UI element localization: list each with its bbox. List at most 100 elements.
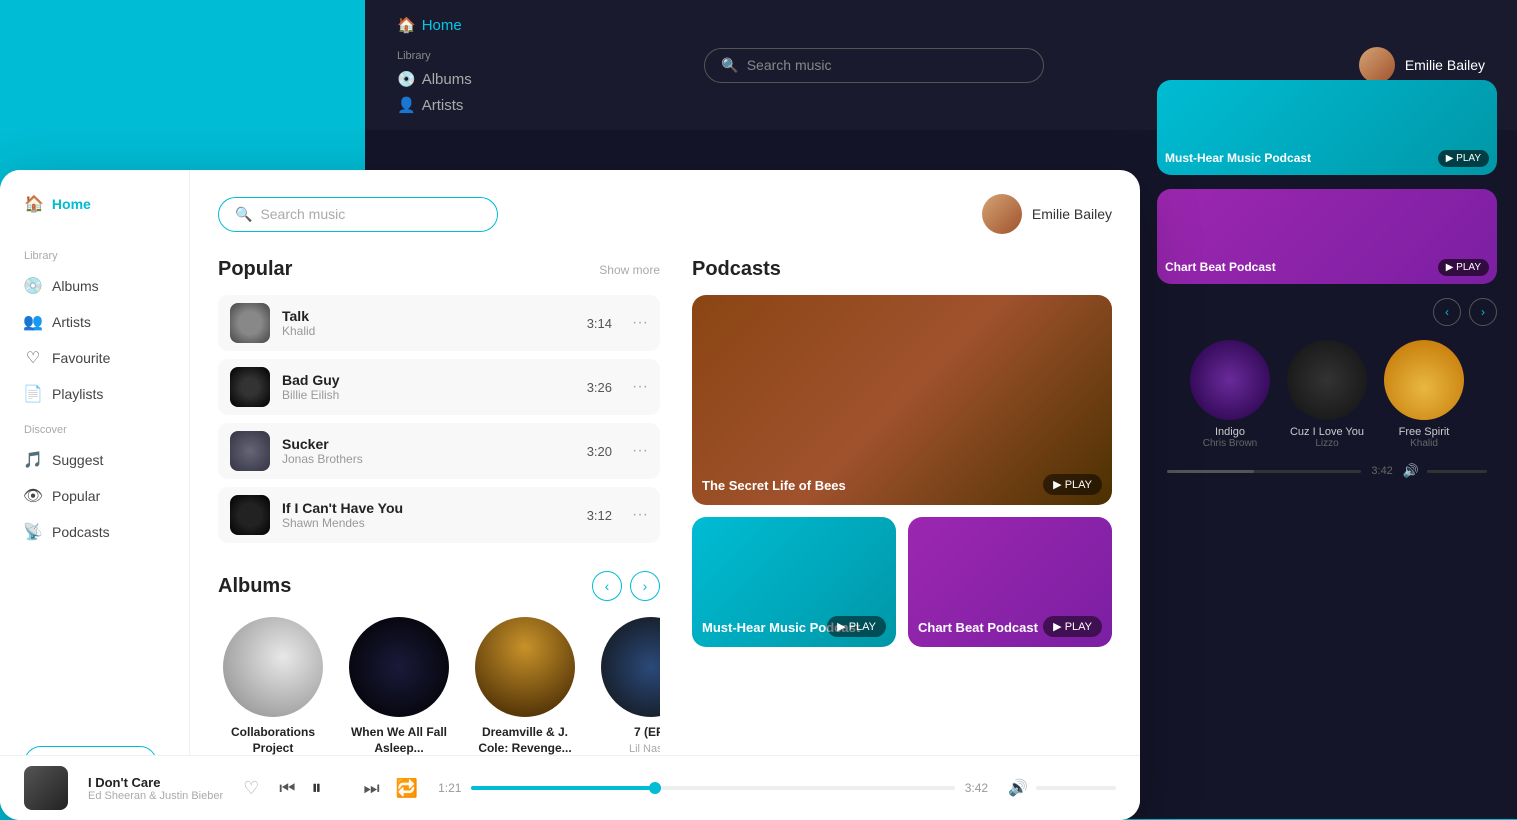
track-name-2: Sucker — [282, 436, 575, 452]
left-col: Popular Show more Talk Khalid 3:14 ··· — [218, 258, 660, 770]
sidebar-podcasts-text: Podcasts — [52, 524, 110, 540]
sidebar-favourite-text: Favourite — [52, 350, 110, 366]
sidebar-item-albums[interactable]: 💿 Albums — [0, 268, 189, 304]
podcast-small-play-0[interactable]: ▶ PLAY — [827, 616, 886, 637]
albums-prev-button[interactable]: ‹ — [592, 571, 622, 601]
track-menu-1[interactable]: ··· — [632, 378, 648, 396]
podcast-large-play-button[interactable]: ▶ PLAY — [1043, 474, 1102, 495]
rp-album-cover-0 — [1190, 340, 1270, 420]
track-row-0[interactable]: Talk Khalid 3:14 ··· — [218, 295, 660, 351]
track-menu-3[interactable]: ··· — [632, 506, 648, 524]
progress-dot — [649, 782, 661, 794]
skip-forward-button[interactable]: ⏭ — [363, 778, 379, 799]
sidebar-item-home[interactable]: Home — [52, 196, 91, 212]
card-header: 🔍 Search music Emilie Bailey — [218, 194, 1112, 234]
card-search[interactable]: 🔍 Search music — [218, 197, 498, 232]
albums-grid: Collaborations Project Ed Sheeran When W… — [218, 617, 660, 770]
podcast-large-label: The Secret Life of Bees — [702, 478, 846, 495]
track-name-3: If I Can't Have You — [282, 500, 575, 516]
show-more-popular[interactable]: Show more — [599, 263, 660, 277]
podcasts-grid: The Secret Life of Bees ▶ PLAY Must-Hear… — [692, 295, 1112, 647]
rp-podcast-musthear: Must-Hear Music Podcast ▶ PLAY — [1157, 80, 1497, 175]
rp-album-artist-2: Khalid — [1382, 438, 1467, 449]
album-cover-3 — [601, 617, 660, 717]
rp-vol-bar[interactable] — [1427, 470, 1487, 473]
rp-progress-fill — [1167, 470, 1254, 473]
bg-nav-home[interactable]: 🏠 Home — [397, 16, 537, 34]
bg-nav-artists[interactable]: 👤 Artists — [397, 96, 537, 114]
rp-time: 3:42 — [1371, 465, 1392, 477]
sidebar-item-favourite[interactable]: ♡ Favourite — [0, 340, 189, 376]
volume-icon: 🔊 — [1008, 778, 1028, 798]
user-name: Emilie Bailey — [1032, 206, 1112, 222]
album-item-0[interactable]: Collaborations Project Ed Sheeran — [218, 617, 328, 770]
track-menu-0[interactable]: ··· — [632, 314, 648, 332]
player-song: I Don't Care — [88, 775, 223, 790]
rp-vol: 🔊 — [1403, 463, 1487, 479]
heart-icon: ♡ — [24, 349, 42, 367]
sidebar-item-popular[interactable]: 👁 Popular — [0, 478, 189, 514]
track-thumb-2 — [230, 431, 270, 471]
podcast-icon: 📡 — [24, 523, 42, 541]
track-menu-2[interactable]: ··· — [632, 442, 648, 460]
rp-album-name-2: Free Spirit — [1382, 426, 1467, 438]
album-item-2[interactable]: Dreamville & J. Cole: Revenge... Various… — [470, 617, 580, 770]
rp-album-name-0: Indigo — [1188, 426, 1273, 438]
progress-area: 1:21 3:42 — [438, 781, 988, 795]
sidebar-artists-text: Artists — [52, 314, 91, 330]
rp-prev-button[interactable]: ‹ — [1433, 298, 1461, 326]
albums-title: Albums — [218, 575, 291, 598]
podcast-small-1[interactable]: Chart Beat Podcast ▶ PLAY — [908, 517, 1112, 647]
albums-next-button[interactable]: › — [630, 571, 660, 601]
track-artist-3: Shawn Mendes — [282, 516, 575, 530]
sidebar-item-suggest[interactable]: 🎵 Suggest — [0, 442, 189, 478]
sidebar-item-playlists[interactable]: 📄 Playlists — [0, 376, 189, 412]
play-pause-button[interactable]: ⏸ — [311, 770, 347, 806]
right-col: Podcasts The Secret Life of Bees ▶ PLAY … — [692, 258, 1112, 770]
album-cover-0 — [223, 617, 323, 717]
skip-back-button[interactable]: ⏮ — [279, 778, 295, 799]
track-row-3[interactable]: If I Can't Have You Shawn Mendes 3:12 ··… — [218, 487, 660, 543]
sidebar: 🏠 Home Library 💿 Albums 👥 Artists ♡ Favo… — [0, 170, 190, 820]
bg-search-box[interactable]: 🔍 Search music — [704, 48, 1044, 83]
favourite-button[interactable]: ♡ — [243, 778, 259, 799]
track-duration-0: 3:14 — [587, 316, 612, 331]
two-col-layout: Popular Show more Talk Khalid 3:14 ··· — [218, 258, 1112, 770]
album-item-1[interactable]: When We All Fall Asleep... Billie Eilish — [344, 617, 454, 770]
rp-podcast-musthear-label: Must-Hear Music Podcast — [1165, 151, 1311, 167]
rp-album-0: Indigo Chris Brown — [1188, 340, 1273, 449]
bg-nav-albums[interactable]: 💿 Albums — [397, 70, 537, 88]
podcasts-title: Podcasts — [692, 258, 781, 281]
track-artist-1: Billie Eilish — [282, 388, 575, 402]
progress-bar[interactable] — [471, 786, 954, 790]
player-artist: Ed Sheeran & Justin Bieber — [88, 790, 223, 802]
albums-section: Albums ‹ › Collaborations Project Ed She… — [218, 571, 660, 770]
podcast-small-0[interactable]: Must-Hear Music Podcast ▶ PLAY — [692, 517, 896, 647]
track-info-3: If I Can't Have You Shawn Mendes — [282, 500, 575, 530]
podcast-small-play-1[interactable]: ▶ PLAY — [1043, 616, 1102, 637]
rp-play-musthear-button[interactable]: ▶ PLAY — [1438, 150, 1489, 167]
rp-next-button[interactable]: › — [1469, 298, 1497, 326]
search-placeholder: Search music — [260, 206, 345, 222]
sidebar-item-podcasts[interactable]: 📡 Podcasts — [0, 514, 189, 550]
rp-podcast-chartbeat-label: Chart Beat Podcast — [1165, 260, 1276, 276]
track-row-1[interactable]: Bad Guy Billie Eilish 3:26 ··· — [218, 359, 660, 415]
track-duration-1: 3:26 — [587, 380, 612, 395]
rp-play-chartbeat-button[interactable]: ▶ PLAY — [1438, 259, 1489, 276]
album-item-3[interactable]: 7 (EP) Lil Nas X — [596, 617, 660, 770]
track-row-2[interactable]: Sucker Jonas Brothers 3:20 ··· — [218, 423, 660, 479]
rp-progress-bar[interactable] — [1167, 470, 1361, 473]
volume-bar[interactable] — [1036, 786, 1116, 790]
rp-album-cover-1 — [1287, 340, 1367, 420]
sidebar-item-artists[interactable]: 👥 Artists — [0, 304, 189, 340]
rp-albums: Indigo Chris Brown Cuz I Love You Lizzo … — [1157, 340, 1497, 449]
sidebar-logo: 🏠 Home — [0, 194, 189, 238]
track-artist-2: Jonas Brothers — [282, 452, 575, 466]
player-info: I Don't Care Ed Sheeran & Justin Bieber — [88, 775, 223, 802]
current-time: 1:21 — [438, 781, 461, 795]
podcast-large[interactable]: The Secret Life of Bees ▶ PLAY — [692, 295, 1112, 505]
search-icon: 🔍 — [235, 206, 252, 223]
popular-header: Popular Show more — [218, 258, 660, 281]
albums-icon: 💿 — [24, 277, 42, 295]
repeat-button[interactable]: 🔁 — [396, 778, 418, 799]
